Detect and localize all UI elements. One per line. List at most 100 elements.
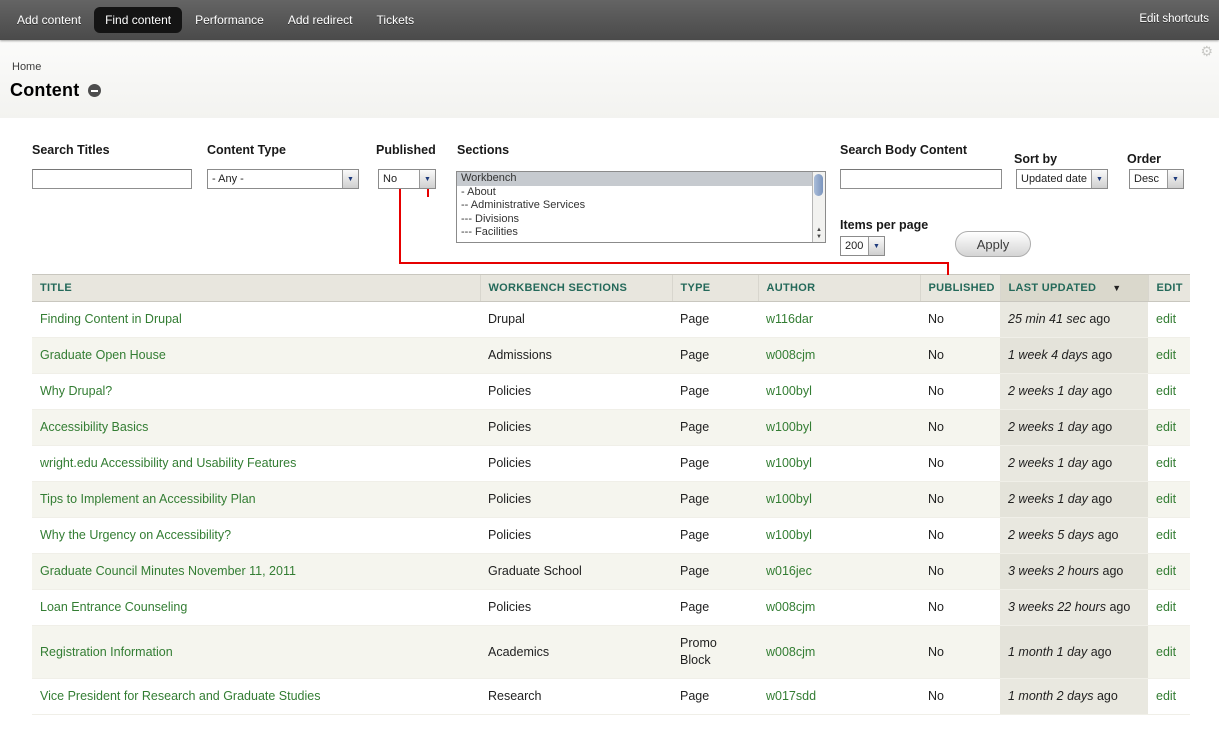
title-link[interactable]: Graduate Council Minutes November 11, 20… — [40, 564, 296, 578]
author-cell: w008cjm — [758, 626, 920, 679]
sort-by-select[interactable]: Updated date ▼ — [1016, 169, 1108, 189]
chevron-down-icon: ▼ — [342, 170, 358, 188]
edit-link[interactable]: edit — [1156, 384, 1176, 398]
published-cell: No — [920, 590, 1000, 626]
published-cell: No — [920, 410, 1000, 446]
title-link[interactable]: Tips to Implement an Accessibility Plan — [40, 492, 256, 506]
published-cell: No — [920, 482, 1000, 518]
sections-listbox[interactable]: Workbench - About -- Administrative Serv… — [456, 171, 826, 243]
scroll-down-icon[interactable]: ▼ — [816, 234, 822, 240]
title-link[interactable]: Finding Content in Drupal — [40, 312, 182, 326]
scrollbar-arrows[interactable]: ▲▼ — [813, 227, 825, 241]
sections-option[interactable]: -- Administrative Services — [457, 199, 812, 213]
type-cell: Page — [672, 374, 758, 410]
author-link[interactable]: w008cjm — [766, 348, 815, 362]
edit-link[interactable]: edit — [1156, 312, 1176, 326]
edit-shortcuts-link[interactable]: Edit shortcuts — [1139, 13, 1209, 25]
column-header-last-updated[interactable]: Last updated▼ — [1000, 275, 1148, 302]
edit-link[interactable]: edit — [1156, 600, 1176, 614]
edit-link[interactable]: edit — [1156, 689, 1176, 703]
author-link[interactable]: w100byl — [766, 384, 812, 398]
sections-option[interactable]: --- Facilities — [457, 226, 812, 240]
title-link[interactable]: Loan Entrance Counseling — [40, 600, 187, 614]
chevron-down-icon: ▼ — [419, 170, 435, 188]
minus-circle-icon[interactable] — [88, 84, 101, 97]
author-link[interactable]: w100byl — [766, 528, 812, 542]
last-updated-cell: 3 weeks 2 hours ago — [1000, 554, 1148, 590]
edit-link[interactable]: edit — [1156, 456, 1176, 470]
order-select[interactable]: Desc ▼ — [1129, 169, 1184, 189]
toolbar-item-performance[interactable]: Performance — [184, 7, 275, 33]
column-header-author[interactable]: Author — [758, 275, 920, 302]
sections-cell: Policies — [480, 374, 672, 410]
scrollbar[interactable]: ▲▼ — [812, 172, 825, 242]
sections-cell: Drupal — [480, 302, 672, 338]
items-per-page-value: 200 — [841, 237, 868, 255]
ago-label: ago — [1098, 528, 1119, 542]
table-row: Why the Urgency on Accessibility? Polici… — [32, 518, 1190, 554]
author-link[interactable]: w008cjm — [766, 600, 815, 614]
author-cell: w008cjm — [758, 338, 920, 374]
title-link[interactable]: Vice President for Research and Graduate… — [40, 689, 321, 703]
sections-option[interactable]: --- Divisions — [457, 213, 812, 227]
edit-link[interactable]: edit — [1156, 528, 1176, 542]
toolbar-item-add-redirect[interactable]: Add redirect — [277, 7, 364, 33]
title-link[interactable]: Graduate Open House — [40, 348, 166, 362]
column-header-published[interactable]: Published — [920, 275, 1000, 302]
scroll-up-icon[interactable]: ▲ — [816, 227, 822, 233]
column-header-workbench-sections[interactable]: Workbench Sections — [480, 275, 672, 302]
edit-link[interactable]: edit — [1156, 492, 1176, 506]
gear-icon[interactable]: ⚙ — [1200, 43, 1213, 60]
last-updated-cell: 2 weeks 1 day ago — [1000, 446, 1148, 482]
edit-link[interactable]: edit — [1156, 420, 1176, 434]
author-link[interactable]: w116dar — [766, 312, 813, 326]
column-header-edit[interactable]: Edit — [1148, 275, 1190, 302]
edit-link[interactable]: edit — [1156, 564, 1176, 578]
type-cell: Page — [672, 410, 758, 446]
edit-link[interactable]: edit — [1156, 645, 1176, 659]
items-per-page-select[interactable]: 200 ▼ — [840, 236, 885, 256]
author-link[interactable]: w016jec — [766, 564, 812, 578]
content-type-select[interactable]: - Any - ▼ — [207, 169, 359, 189]
sections-option[interactable]: Workbench — [457, 172, 812, 186]
toolbar-item-add-content[interactable]: Add content — [6, 7, 92, 33]
chevron-down-icon: ▼ — [1167, 170, 1183, 188]
breadcrumb-home-link[interactable]: Home — [12, 61, 41, 73]
title-link[interactable]: Registration Information — [40, 645, 173, 659]
author-link[interactable]: w017sdd — [766, 689, 816, 703]
published-value: No — [379, 170, 419, 188]
author-link[interactable]: w008cjm — [766, 645, 815, 659]
title-link[interactable]: Why the Urgency on Accessibility? — [40, 528, 231, 542]
sections-option[interactable]: - About — [457, 186, 812, 200]
author-link[interactable]: w100byl — [766, 492, 812, 506]
ago-label: ago — [1089, 312, 1110, 326]
search-titles-input[interactable] — [32, 169, 192, 189]
author-cell: w100byl — [758, 446, 920, 482]
author-link[interactable]: w100byl — [766, 456, 812, 470]
sections-cell: Policies — [480, 446, 672, 482]
apply-button[interactable]: Apply — [955, 231, 1031, 257]
sections-label: Sections — [457, 143, 509, 157]
edit-cell: edit — [1148, 554, 1190, 590]
author-link[interactable]: w100byl — [766, 420, 812, 434]
search-body-input[interactable] — [840, 169, 1002, 189]
title-link[interactable]: wright.edu Accessibility and Usability F… — [40, 456, 296, 470]
edit-link[interactable]: edit — [1156, 348, 1176, 362]
column-header-title[interactable]: Title — [32, 275, 480, 302]
published-select[interactable]: No ▼ — [378, 169, 436, 189]
chevron-down-icon: ▼ — [1091, 170, 1107, 188]
title-link[interactable]: Why Drupal? — [40, 384, 112, 398]
table-row: Graduate Open House Admissions Page w008… — [32, 338, 1190, 374]
updated-relative-time: 3 weeks 22 hours — [1008, 600, 1106, 614]
toolbar-item-tickets[interactable]: Tickets — [366, 7, 426, 33]
title-cell: Finding Content in Drupal — [32, 302, 480, 338]
title-cell: Tips to Implement an Accessibility Plan — [32, 482, 480, 518]
content-type-label: Content Type — [207, 143, 286, 157]
scrollbar-thumb[interactable] — [814, 174, 823, 196]
ago-label: ago — [1109, 600, 1130, 614]
title-link[interactable]: Accessibility Basics — [40, 420, 148, 434]
column-header-type[interactable]: Type — [672, 275, 758, 302]
toolbar-item-find-content[interactable]: Find content — [94, 7, 182, 33]
column-header-last-updated-label: Last updated — [1009, 282, 1097, 294]
ago-label: ago — [1091, 420, 1112, 434]
